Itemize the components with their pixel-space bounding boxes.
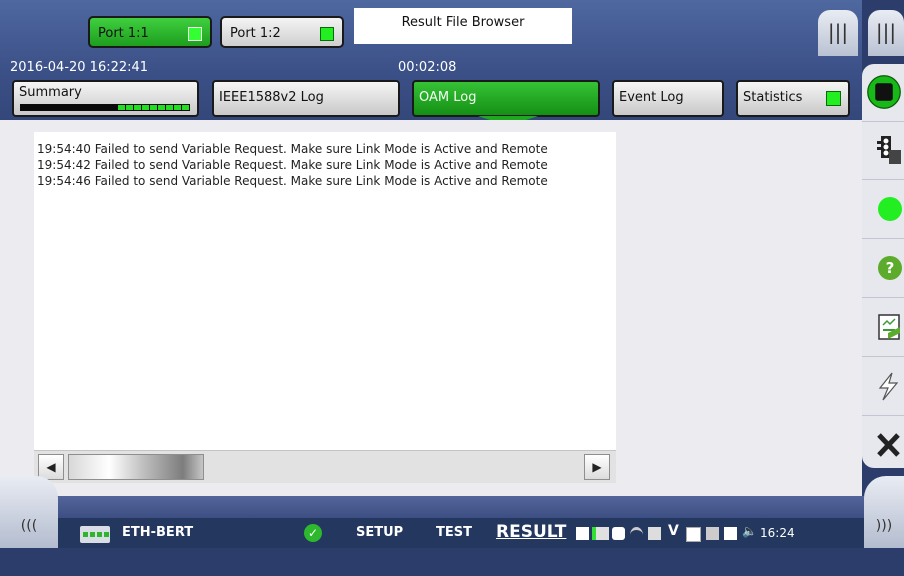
close-button[interactable]	[862, 417, 904, 474]
close-icon	[877, 433, 900, 457]
traffic-light-button[interactable]	[862, 122, 904, 180]
panel-toggle-button[interactable]: |||	[818, 10, 858, 56]
tab-statistics[interactable]: Statistics	[736, 80, 850, 117]
clock: 16:24	[760, 526, 795, 540]
v-icon: V	[668, 523, 679, 539]
status-indicator-button[interactable]	[862, 181, 904, 239]
setup-button[interactable]: SETUP	[356, 525, 403, 540]
nav-left-button[interactable]: (((	[0, 476, 58, 548]
tab-label: IEEE1588v2 Log	[219, 90, 324, 105]
port-status-led	[320, 27, 334, 41]
tab-summary[interactable]: Summary	[12, 80, 199, 117]
bluetooth-icon	[648, 527, 661, 540]
test-button[interactable]: TEST	[436, 525, 472, 540]
network-icon	[724, 527, 737, 540]
traffic-light-icon	[877, 136, 901, 164]
tab-oam-log[interactable]: OAM Log	[412, 80, 600, 117]
datetime-display: 2016-04-20 16:22:41	[10, 60, 149, 75]
wifi-icon	[630, 527, 643, 543]
lightning-icon	[878, 372, 899, 401]
tab-label: Event Log	[619, 90, 684, 105]
green-status-icon	[878, 197, 902, 221]
report-button[interactable]	[862, 299, 904, 357]
port-tab-label: Port 1:2	[230, 26, 281, 41]
tab-ieee1588v2-log[interactable]: IEEE1588v2 Log	[212, 80, 400, 117]
power-icon	[592, 527, 609, 540]
log-line: 19:54:42 Failed to send Variable Request…	[37, 158, 548, 172]
bottom-strip	[0, 496, 904, 518]
inject-error-button[interactable]	[862, 358, 904, 416]
tab-label: OAM Log	[419, 90, 477, 105]
statistics-status-led	[826, 91, 841, 106]
port-status-led	[188, 27, 202, 41]
tab-event-log[interactable]: Event Log	[612, 80, 724, 117]
terminal-icon	[686, 527, 701, 542]
elapsed-timer: 00:02:08	[398, 60, 457, 75]
oam-log-list[interactable]: 19:54:40 Failed to send Variable Request…	[34, 132, 616, 482]
port-tab-1-2[interactable]: Port 1:2	[220, 16, 344, 48]
scroll-right-button[interactable]: ▶	[584, 454, 610, 480]
port-tab-label: Port 1:1	[98, 26, 149, 41]
result-file-browser-button[interactable]: Result File Browser	[354, 8, 572, 44]
battery-icon	[576, 527, 589, 540]
app-name-label[interactable]: ETH-BERT	[122, 525, 193, 540]
scrollbar-thumb[interactable]	[68, 454, 204, 480]
nav-right-button[interactable]: )))	[864, 476, 904, 548]
stop-test-button[interactable]	[862, 64, 904, 122]
screen-record-icon	[612, 527, 625, 540]
tab-label: Summary	[19, 85, 82, 100]
sidebar-toggle-button[interactable]: |||	[868, 10, 904, 56]
result-button[interactable]: RESULT	[496, 522, 566, 542]
tab-label: Statistics	[743, 90, 803, 105]
usb-icon	[706, 527, 719, 540]
check-icon: ✓	[304, 524, 322, 542]
help-button[interactable]: ?	[862, 240, 904, 298]
right-action-panel: ?	[862, 64, 904, 468]
summary-status-bar	[20, 104, 190, 111]
volume-icon[interactable]: 🔈	[742, 524, 757, 538]
stop-icon	[867, 75, 901, 109]
port-tab-1-1[interactable]: Port 1:1	[88, 16, 212, 48]
svg-text:?: ?	[886, 259, 895, 277]
horizontal-scrollbar[interactable]: ◀ ▶	[34, 450, 616, 483]
taskbar: ETH-BERT ✓ SETUP TEST RESULT V 🔈 16:24	[58, 518, 864, 548]
log-line: 19:54:46 Failed to send Variable Request…	[37, 174, 548, 188]
log-line: 19:54:40 Failed to send Variable Request…	[37, 142, 548, 156]
eth-bert-app-icon[interactable]	[80, 526, 110, 543]
help-icon: ?	[878, 256, 902, 280]
report-icon	[878, 314, 900, 340]
